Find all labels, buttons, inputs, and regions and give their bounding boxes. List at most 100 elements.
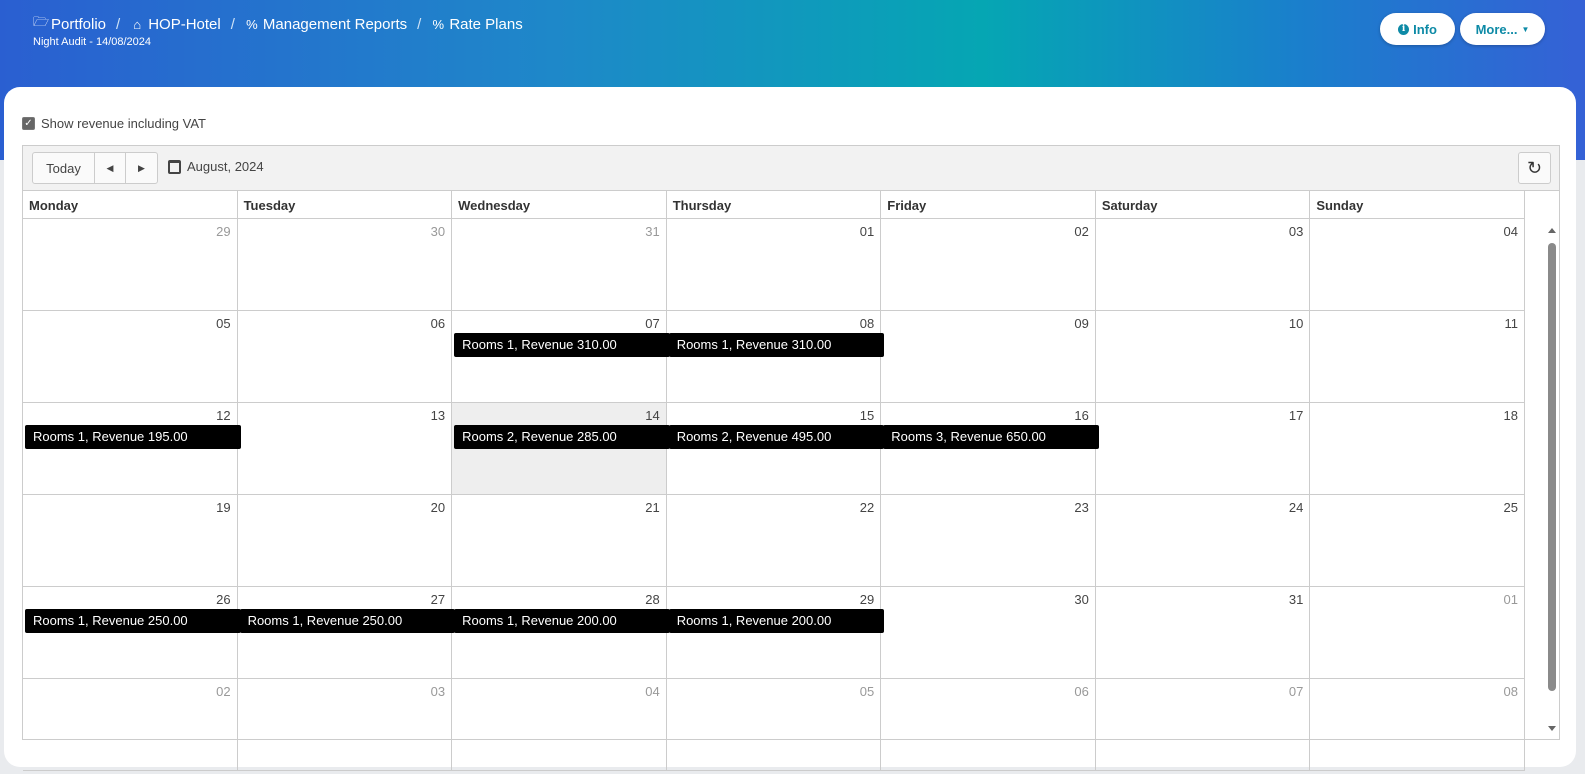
calendar-day[interactable]: 23: [881, 495, 1096, 586]
breadcrumb-management-reports[interactable]: % Management Reports: [245, 16, 407, 33]
rate-event[interactable]: Rooms 1, Revenue 200.00: [454, 609, 670, 633]
rate-event[interactable]: Rooms 3, Revenue 650.00: [883, 425, 1099, 449]
calendar-day[interactable]: 17: [1096, 403, 1311, 494]
day-number: 02: [1074, 224, 1089, 239]
day-number: 04: [1503, 224, 1518, 239]
calendar-week: 26 Rooms 1, Revenue 250.00 27 Rooms 1, Reve…: [23, 587, 1525, 679]
breadcrumb-separator: /: [417, 15, 422, 33]
calendar-day[interactable]: 05: [667, 679, 882, 770]
more-button-label: More...: [1475, 21, 1518, 37]
breadcrumb-rate-plans[interactable]: % Rate Plans: [431, 16, 523, 33]
calendar-day[interactable]: 06: [238, 311, 453, 402]
nav-button-group: Today ◀ ▶: [32, 152, 158, 184]
calendar-day[interactable]: 12 Rooms 1, Revenue 195.00: [23, 403, 241, 494]
calendar-day[interactable]: 29: [23, 219, 238, 310]
calendar-day[interactable]: 02: [23, 679, 238, 770]
calendar-day[interactable]: 08: [1310, 679, 1525, 770]
calendar-day[interactable]: 03: [1096, 219, 1311, 310]
rate-event[interactable]: Rooms 2, Revenue 495.00: [668, 425, 885, 449]
calendar-day[interactable]: 24: [1096, 495, 1311, 586]
calendar-day[interactable]: 30: [881, 587, 1096, 678]
scroll-down-icon[interactable]: [1548, 726, 1556, 731]
calendar-week: 12 Rooms 1, Revenue 195.00 13 14 Rooms 2, Re…: [23, 403, 1525, 495]
day-number: 23: [1074, 500, 1089, 515]
info-icon: i: [1398, 23, 1410, 35]
rate-event[interactable]: Rooms 1, Revenue 195.00: [25, 425, 241, 449]
day-number: 19: [216, 500, 231, 515]
day-number: 15: [859, 408, 875, 423]
day-number: 16: [1074, 408, 1089, 423]
calendar-day[interactable]: 04: [1310, 219, 1525, 310]
rate-event[interactable]: Rooms 1, Revenue 200.00: [668, 609, 885, 633]
calendar-day[interactable]: 06: [881, 679, 1096, 770]
calendar-day[interactable]: 15 Rooms 2, Revenue 495.00: [667, 403, 885, 494]
scroll-thumb[interactable]: [1548, 243, 1556, 691]
day-number: 05: [216, 316, 231, 331]
caret-down-icon: ▼: [1521, 24, 1530, 34]
day-number: 17: [1288, 408, 1304, 423]
calendar-day[interactable]: 03: [238, 679, 453, 770]
calendar-day[interactable]: 29 Rooms 1, Revenue 200.00: [667, 587, 885, 678]
calendar-day[interactable]: 04: [452, 679, 667, 770]
prev-month-button[interactable]: ◀: [95, 153, 126, 183]
vat-label: Show revenue including VAT: [41, 116, 207, 131]
breadcrumb-hotel[interactable]: ⌂ HOP-Hotel: [130, 16, 220, 33]
calendar-day[interactable]: 27 Rooms 1, Revenue 250.00: [238, 587, 456, 678]
calendar-day[interactable]: 31: [1096, 587, 1311, 678]
calendar-day[interactable]: 31: [452, 219, 667, 310]
calendar-day[interactable]: 01: [667, 219, 882, 310]
breadcrumb-portfolio[interactable]: 🗁 Portfolio: [33, 13, 106, 35]
calendar-day[interactable]: 20: [238, 495, 453, 586]
calendar-day[interactable]: 28 Rooms 1, Revenue 200.00: [452, 587, 670, 678]
calendar-day[interactable]: 02: [881, 219, 1096, 310]
calendar-day[interactable]: 16 Rooms 3, Revenue 650.00: [881, 403, 1099, 494]
calendar-day[interactable]: 10: [1096, 311, 1311, 402]
calendar-day[interactable]: 26 Rooms 1, Revenue 250.00: [23, 587, 241, 678]
calendar-day[interactable]: 08 Rooms 1, Revenue 310.00: [667, 311, 885, 402]
page-subtitle: Night Audit - 14/08/2024: [33, 36, 152, 48]
calendar-day[interactable]: 07 Rooms 1, Revenue 310.00: [452, 311, 670, 402]
calendar-day[interactable]: 01: [1310, 587, 1525, 678]
folder-open-icon: 🗁: [33, 14, 50, 29]
next-month-button[interactable]: ▶: [126, 153, 157, 183]
rate-event[interactable]: Rooms 1, Revenue 250.00: [25, 609, 241, 633]
day-number: 21: [645, 500, 660, 515]
breadcrumb-separator: /: [230, 15, 235, 33]
month-picker[interactable]: August, 2024: [168, 159, 264, 174]
rate-event[interactable]: Rooms 2, Revenue 285.00: [454, 425, 670, 449]
scroll-up-icon[interactable]: [1548, 228, 1556, 233]
caret-left-icon: ◀: [106, 162, 114, 173]
calendar-day[interactable]: 13: [238, 403, 453, 494]
calendar-week: 19 20 21 22 23 24 25: [23, 495, 1525, 587]
day-number: 30: [430, 224, 446, 239]
info-button[interactable]: i Info: [1380, 13, 1455, 45]
calendar-day[interactable]: 07: [1096, 679, 1311, 770]
calendar-day[interactable]: 25: [1310, 495, 1525, 586]
calendar-day[interactable]: 22: [667, 495, 882, 586]
vat-checkbox[interactable]: ✓: [22, 117, 35, 130]
calendar-day[interactable]: 21: [452, 495, 667, 586]
rate-event[interactable]: Rooms 1, Revenue 310.00: [668, 333, 885, 357]
calendar-day[interactable]: 19: [23, 495, 238, 586]
day-number: 27: [430, 592, 446, 607]
day-number: 25: [1503, 500, 1518, 515]
day-number: 09: [1074, 316, 1089, 331]
more-button[interactable]: More... ▼: [1460, 13, 1545, 45]
calendar-day[interactable]: 11: [1310, 311, 1525, 402]
info-button-label: Info: [1413, 21, 1437, 37]
day-number: 03: [430, 684, 446, 699]
today-button[interactable]: Today: [33, 153, 95, 183]
calendar-day[interactable]: 09: [881, 311, 1096, 402]
calendar-day-today[interactable]: 14 Rooms 2, Revenue 285.00: [452, 403, 670, 494]
calendar-scrollbar[interactable]: [1545, 219, 1559, 739]
calendar-day[interactable]: 30: [238, 219, 453, 310]
rate-event[interactable]: Rooms 1, Revenue 250.00: [239, 609, 456, 633]
day-number: 29: [216, 224, 231, 239]
rate-event[interactable]: Rooms 1, Revenue 310.00: [454, 333, 670, 357]
vat-option[interactable]: ✓ Show revenue including VAT: [22, 116, 206, 131]
breadcrumb-label: Management Reports: [262, 15, 408, 33]
calendar-day[interactable]: 05: [23, 311, 238, 402]
weekday-tuesday: Tuesday: [238, 191, 453, 218]
refresh-button[interactable]: ↻: [1518, 152, 1551, 184]
calendar-day[interactable]: 18: [1310, 403, 1525, 494]
